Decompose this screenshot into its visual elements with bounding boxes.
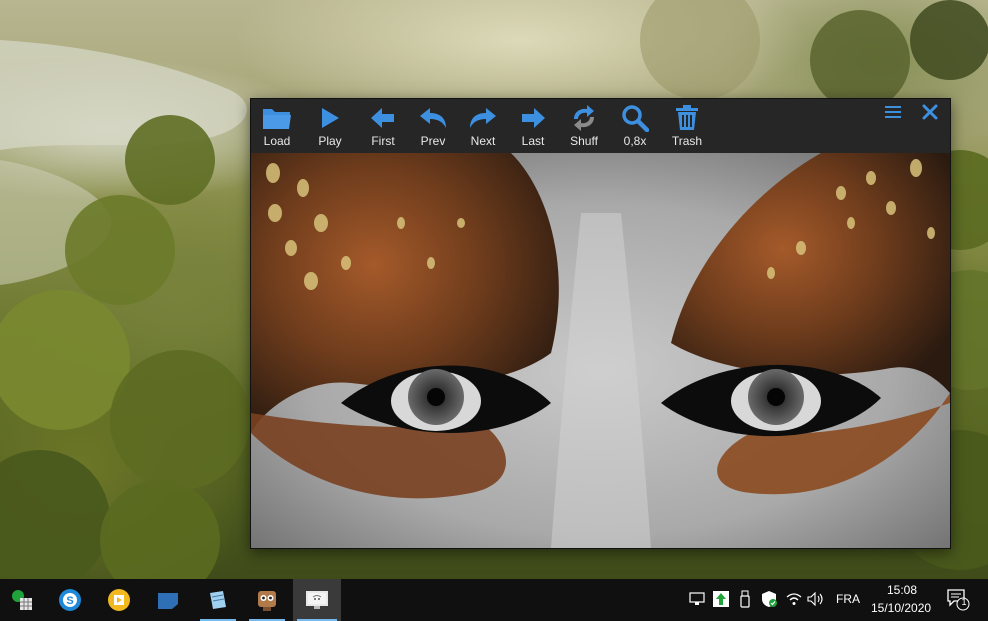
load-button[interactable]: Load bbox=[252, 99, 302, 153]
arrow-left-icon bbox=[368, 104, 398, 132]
notification-center-button[interactable]: 1 bbox=[946, 587, 970, 611]
svg-text:S: S bbox=[66, 595, 73, 607]
display-tray-icon[interactable] bbox=[688, 589, 706, 609]
taskbar-app-media[interactable] bbox=[97, 579, 141, 621]
slideshow-app-icon bbox=[306, 591, 328, 609]
update-arrow-tray-icon[interactable] bbox=[712, 589, 730, 609]
trash-icon bbox=[672, 104, 702, 132]
notification-count-badge: 1 bbox=[961, 597, 967, 607]
next-button[interactable]: Next bbox=[458, 99, 508, 153]
zoom-button[interactable]: 0,8x bbox=[610, 99, 660, 153]
trash-button[interactable]: Trash bbox=[662, 99, 712, 153]
load-label: Load bbox=[263, 134, 291, 148]
last-button[interactable]: Last bbox=[508, 99, 558, 153]
taskbar-app-robot[interactable] bbox=[245, 579, 289, 621]
taskbar: S FRA 15:08 15/10/2020 1 bbox=[0, 579, 988, 621]
shuffle-button[interactable]: Shuff bbox=[559, 99, 609, 153]
media-player-app-icon bbox=[108, 589, 130, 611]
wifi-tray-icon[interactable] bbox=[785, 589, 803, 609]
language-indicator[interactable]: FRA bbox=[836, 592, 860, 606]
trash-label: Trash bbox=[671, 134, 703, 148]
clock-time[interactable]: 15:08 bbox=[887, 583, 917, 597]
next-label: Next bbox=[470, 134, 496, 148]
sticky-notes-app-icon bbox=[158, 593, 178, 609]
hamburger-menu-icon bbox=[885, 106, 901, 118]
feather-eyes-photo bbox=[251, 153, 950, 548]
taskbar-app-skype[interactable]: S bbox=[48, 579, 92, 621]
skype-like-app-icon: S bbox=[59, 589, 81, 611]
notepad-app-icon bbox=[210, 591, 226, 609]
shuffle-icon bbox=[569, 104, 599, 132]
first-label: First bbox=[371, 134, 395, 148]
image-view bbox=[251, 153, 950, 548]
play-icon bbox=[315, 104, 345, 132]
toolbar: Load Play First Prev Next Last Shuff 0,8… bbox=[251, 99, 950, 153]
clock-date[interactable]: 15/10/2020 bbox=[871, 601, 931, 615]
zoom-label: 0,8x bbox=[623, 134, 647, 148]
prev-label: Prev bbox=[420, 134, 446, 148]
taskbar-app-notepad[interactable] bbox=[196, 579, 240, 621]
play-label: Play bbox=[318, 134, 342, 148]
taskbar-app-slideshow[interactable] bbox=[293, 579, 341, 621]
spreadsheet-app-icon bbox=[12, 590, 32, 610]
prev-button[interactable]: Prev bbox=[408, 99, 458, 153]
security-shield-tray-icon[interactable] bbox=[760, 589, 778, 609]
slideshow-window: Load Play First Prev Next Last Shuff 0,8… bbox=[250, 98, 951, 549]
menu-button[interactable] bbox=[881, 101, 905, 123]
folder-open-icon bbox=[262, 104, 292, 132]
arrow-right-icon bbox=[518, 104, 548, 132]
last-label: Last bbox=[521, 134, 545, 148]
shuff-label: Shuff bbox=[570, 134, 598, 148]
play-button[interactable]: Play bbox=[305, 99, 355, 153]
robot-app-icon bbox=[258, 591, 276, 611]
undo-arrow-icon bbox=[418, 104, 448, 132]
close-icon bbox=[922, 104, 938, 120]
first-button[interactable]: First bbox=[358, 99, 408, 153]
magnifier-icon bbox=[620, 104, 650, 132]
redo-arrow-icon bbox=[468, 104, 498, 132]
taskbar-app-spreadsheet[interactable] bbox=[0, 579, 44, 621]
volume-tray-icon[interactable] bbox=[807, 589, 825, 609]
usb-tray-icon[interactable] bbox=[736, 589, 754, 609]
taskbar-app-notes[interactable] bbox=[146, 579, 190, 621]
close-button[interactable] bbox=[918, 101, 942, 123]
